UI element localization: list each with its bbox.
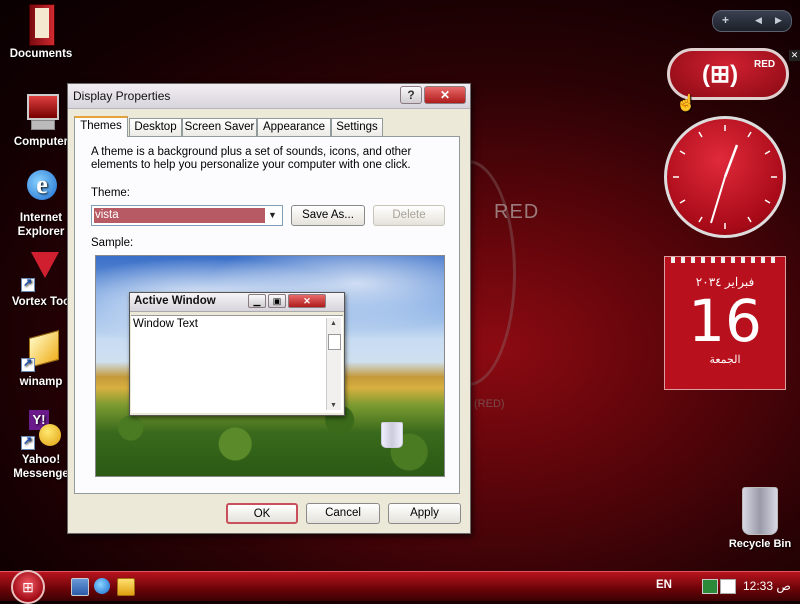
winamp-icon [21, 329, 61, 372]
sample-window-text: Window Text [133, 318, 198, 330]
window-title: Display Properties [73, 89, 171, 103]
scroll-down-icon: ▼ [330, 402, 337, 409]
minimize-icon: ▁ [248, 294, 266, 308]
next-icon[interactable]: ▶ [775, 15, 782, 26]
sample-window-title: Active Window [134, 295, 216, 307]
save-as-button[interactable]: Save As... [291, 205, 365, 226]
clock-gadget[interactable] [664, 116, 786, 238]
add-gadget-icon[interactable]: + [722, 13, 729, 27]
apply-button[interactable]: Apply [388, 503, 461, 524]
theme-sample-preview: Active Window ▁ ▣ ✕ Window Text ▲ ▼ [95, 255, 445, 477]
calendar-weekday: الجمعة [709, 354, 741, 366]
computer-icon [21, 92, 61, 132]
calendar-rings [671, 257, 781, 263]
sidebar-gadget-toolbar: + ◀ ▶ [712, 10, 792, 32]
desktop-icon-documents[interactable]: Documents [4, 4, 78, 61]
help-button[interactable]: ? [400, 86, 422, 104]
minute-hand [710, 176, 726, 224]
sample-label: Sample: [91, 237, 134, 249]
close-icon: ✕ [288, 294, 326, 308]
taskbar: ⊞ EN 12:33 ص [0, 570, 800, 604]
windows-logo-icon: ⊞ [22, 579, 34, 595]
clock-face [673, 125, 777, 229]
start-button[interactable]: ⊞ [11, 570, 45, 604]
calendar-day: 16 [688, 287, 762, 355]
scroll-thumb [328, 334, 341, 350]
tab-settings[interactable]: Settings [331, 118, 383, 136]
close-gadget-icon[interactable]: ✕ [789, 50, 800, 61]
tab-appearance[interactable]: Appearance [257, 118, 331, 136]
recycle-bin-icon [381, 422, 403, 448]
sample-scrollbar: ▲ ▼ [326, 318, 341, 410]
chevron-down-icon[interactable]: ▼ [264, 207, 281, 224]
delete-button[interactable]: Delete [373, 205, 445, 226]
red-badge-text: RED [754, 59, 776, 70]
ok-button[interactable]: OK [226, 503, 298, 524]
desktop-icon-label: Documents [9, 48, 73, 60]
tab-desktop[interactable]: Desktop [129, 118, 182, 136]
network-icon[interactable] [702, 579, 718, 594]
calendar-gadget[interactable]: فبراير ٢٠٣٤ 16 الجمعة [664, 256, 786, 390]
desktop-icon-recycle-bin[interactable]: Recycle Bin [723, 487, 797, 550]
folder-icon [21, 4, 61, 46]
tab-screen-saver[interactable]: Screen Saver [182, 118, 257, 136]
shortcut-arrow-icon [21, 276, 35, 292]
sample-active-window: Active Window ▁ ▣ ✕ Window Text ▲ ▼ [129, 292, 345, 416]
theme-label: Theme: [91, 187, 130, 199]
recycle-bin-icon [742, 487, 778, 535]
clock-time[interactable]: 12:33 ص [743, 579, 791, 593]
internet-explorer-icon[interactable] [94, 578, 110, 594]
desktop-icon-label: Recycle Bin [728, 538, 792, 550]
cancel-button[interactable]: Cancel [306, 503, 380, 524]
themes-description: A theme is a background plus a set of so… [91, 146, 412, 171]
wallpaper-red-subtext: (RED) [474, 398, 505, 410]
sample-window-titlebar: Active Window ▁ ▣ ✕ [130, 293, 344, 312]
scroll-up-icon: ▲ [330, 320, 337, 327]
maximize-icon: ▣ [268, 294, 286, 308]
close-button[interactable]: ✕ [424, 86, 466, 104]
shortcut-arrow-icon [21, 356, 35, 372]
language-indicator[interactable]: EN [656, 579, 672, 591]
theme-dropdown-value: vista [94, 208, 265, 223]
themes-panel: A theme is a background plus a set of so… [74, 136, 460, 494]
windows-logo-icon: (⊞) [702, 61, 739, 88]
media-player-icon[interactable] [117, 578, 135, 596]
window-titlebar[interactable]: Display Properties ? ✕ [68, 84, 470, 109]
shortcut-arrow-icon [21, 434, 35, 450]
tab-themes[interactable]: Themes [74, 116, 128, 137]
show-desktop-icon[interactable] [71, 578, 89, 596]
theme-dropdown[interactable]: vista ▼ [91, 205, 283, 226]
internet-explorer-icon: e [21, 168, 61, 208]
yahoo-messenger-icon: Y! [21, 410, 61, 450]
wallpaper-red-text: RED [494, 201, 540, 223]
display-properties-window: Display Properties ? ✕ Themes Desktop Sc… [67, 83, 471, 534]
volume-icon[interactable] [720, 579, 736, 594]
hand-cursor-icon: ☝ [676, 95, 696, 112]
vortex-icon [21, 252, 61, 292]
sample-window-body: Window Text ▲ ▼ [131, 315, 343, 413]
previous-icon[interactable]: ◀ [755, 15, 762, 26]
hour-hand [723, 144, 739, 178]
